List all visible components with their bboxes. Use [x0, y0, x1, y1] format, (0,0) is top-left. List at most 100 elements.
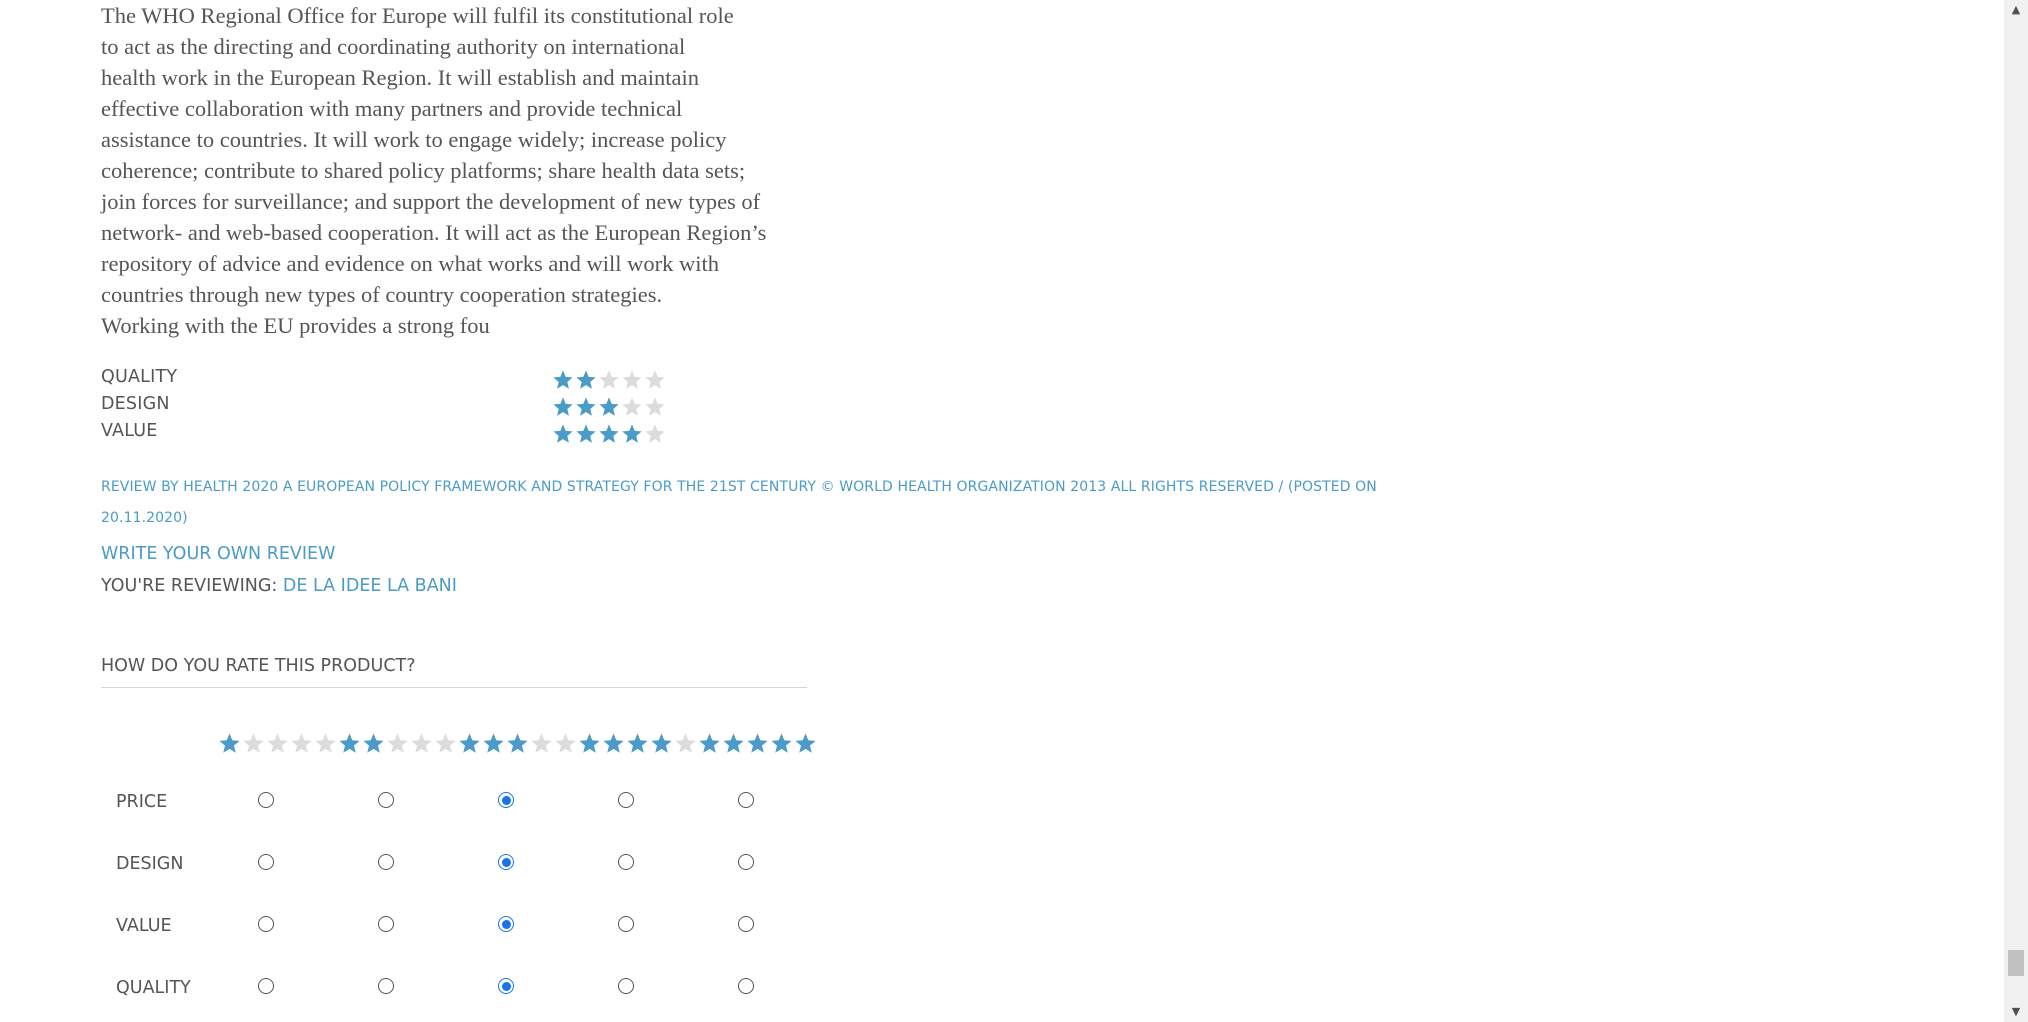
design-rating-1-radio[interactable] — [258, 854, 274, 870]
rating-stars-value — [552, 423, 666, 445]
rating-stars-design — [552, 396, 666, 418]
star-filled-icon — [553, 370, 573, 389]
review-meta-line: REVIEW BY HEALTH 2020 A EUROPEAN POLICY … — [101, 479, 1377, 495]
star-empty-icon — [622, 397, 642, 416]
star-filled-icon — [651, 733, 672, 753]
review-body-line: join forces for surveillance; and suppor… — [101, 189, 761, 214]
row-label-design: DESIGN — [116, 854, 184, 874]
column-stars-2 — [338, 732, 457, 755]
review-body-line: Working with the EU provides a strong fo… — [101, 313, 490, 338]
review-body-line: repository of advice and evidence on wha… — [101, 251, 719, 276]
review-meta-line: 20.11.2020) — [101, 510, 188, 526]
star-filled-icon — [576, 370, 596, 389]
star-empty-icon — [599, 370, 619, 389]
star-empty-icon — [291, 733, 312, 753]
star-filled-icon — [771, 733, 792, 753]
value-rating-1-radio[interactable] — [258, 916, 274, 932]
star-empty-icon — [387, 733, 408, 753]
column-stars-3 — [458, 732, 577, 755]
column-stars-5 — [698, 732, 817, 755]
rating-label-quality: QUALITY — [101, 367, 178, 387]
star-filled-icon — [599, 424, 619, 443]
quality-rating-1-radio[interactable] — [258, 978, 274, 994]
star-filled-icon — [363, 733, 384, 753]
quality-rating-4-radio[interactable] — [618, 978, 634, 994]
rating-stars-quality — [552, 369, 666, 391]
star-empty-icon — [531, 733, 552, 753]
star-filled-icon — [459, 733, 480, 753]
review-body-line: assistance to countries. It will work to… — [101, 127, 727, 152]
design-rating-4-radio[interactable] — [618, 854, 634, 870]
star-filled-icon — [599, 397, 619, 416]
column-stars-1 — [218, 732, 337, 755]
review-body-line: countries through new types of country c… — [101, 282, 663, 307]
price-rating-2-radio[interactable] — [378, 792, 394, 808]
star-empty-icon — [267, 733, 288, 753]
star-filled-icon — [603, 733, 624, 753]
scroll-up-arrow-icon[interactable]: ▲ — [2004, 0, 2028, 20]
reviewing-prefix: YOU'RE REVIEWING: — [101, 576, 278, 596]
price-rating-3-radio[interactable] — [498, 792, 514, 808]
column-stars-4 — [578, 732, 697, 755]
scrollbar-thumb[interactable] — [2008, 950, 2024, 976]
value-rating-2-radio[interactable] — [378, 916, 394, 932]
vertical-scrollbar[interactable]: ▲ ▼ — [2004, 0, 2028, 1022]
rating-label-design: DESIGN — [101, 394, 170, 414]
row-label-price: PRICE — [116, 792, 168, 812]
star-empty-icon — [622, 370, 642, 389]
scroll-down-arrow-icon[interactable]: ▼ — [2004, 1002, 2028, 1022]
rating-label-value: VALUE — [101, 421, 158, 441]
star-filled-icon — [622, 424, 642, 443]
review-body-line: health work in the European Region. It w… — [101, 65, 699, 90]
rating-form-legend: HOW DO YOU RATE THIS PRODUCT? — [101, 656, 416, 676]
star-filled-icon — [576, 397, 596, 416]
star-filled-icon — [553, 424, 573, 443]
design-rating-3-radio[interactable] — [498, 854, 514, 870]
product-name-link[interactable]: DE LA IDEE LA BANI — [283, 576, 457, 596]
star-filled-icon — [795, 733, 816, 753]
value-rating-3-radio[interactable] — [498, 916, 514, 932]
star-filled-icon — [627, 733, 648, 753]
star-filled-icon — [576, 424, 596, 443]
legend-divider — [101, 687, 807, 688]
review-body-line: effective collaboration with many partne… — [101, 96, 683, 121]
star-empty-icon — [243, 733, 264, 753]
quality-rating-3-radio[interactable] — [498, 978, 514, 994]
write-review-link[interactable]: WRITE YOUR OWN REVIEW — [101, 544, 335, 564]
star-filled-icon — [339, 733, 360, 753]
star-filled-icon — [507, 733, 528, 753]
star-empty-icon — [645, 370, 665, 389]
product-review-page: The WHO Regional Office for Europe will … — [0, 0, 2004, 1022]
star-empty-icon — [555, 733, 576, 753]
star-filled-icon — [723, 733, 744, 753]
value-rating-5-radio[interactable] — [738, 916, 754, 932]
star-filled-icon — [747, 733, 768, 753]
star-empty-icon — [435, 733, 456, 753]
quality-rating-2-radio[interactable] — [378, 978, 394, 994]
review-body-line: to act as the directing and coordinating… — [101, 34, 686, 59]
row-label-quality: QUALITY — [116, 978, 191, 998]
review-body-line: The WHO Regional Office for Europe will … — [101, 3, 734, 28]
star-filled-icon — [579, 733, 600, 753]
star-filled-icon — [219, 733, 240, 753]
review-meta: REVIEW BY HEALTH 2020 A EUROPEAN POLICY … — [101, 472, 1421, 534]
review-body-line: network- and web-based cooperation. It w… — [101, 220, 767, 245]
star-empty-icon — [645, 424, 665, 443]
design-rating-5-radio[interactable] — [738, 854, 754, 870]
review-body-line: coherence; contribute to shared policy p… — [101, 158, 746, 183]
reviewing-line: YOU'RE REVIEWING: DE LA IDEE LA BANI — [101, 576, 457, 596]
price-rating-4-radio[interactable] — [618, 792, 634, 808]
review-body: The WHO Regional Office for Europe will … — [101, 0, 801, 341]
design-rating-2-radio[interactable] — [378, 854, 394, 870]
star-empty-icon — [411, 733, 432, 753]
star-empty-icon — [675, 733, 696, 753]
value-rating-4-radio[interactable] — [618, 916, 634, 932]
star-filled-icon — [699, 733, 720, 753]
star-empty-icon — [315, 733, 336, 753]
price-rating-5-radio[interactable] — [738, 792, 754, 808]
star-filled-icon — [553, 397, 573, 416]
quality-rating-5-radio[interactable] — [738, 978, 754, 994]
row-label-value: VALUE — [116, 916, 172, 936]
star-empty-icon — [645, 397, 665, 416]
price-rating-1-radio[interactable] — [258, 792, 274, 808]
